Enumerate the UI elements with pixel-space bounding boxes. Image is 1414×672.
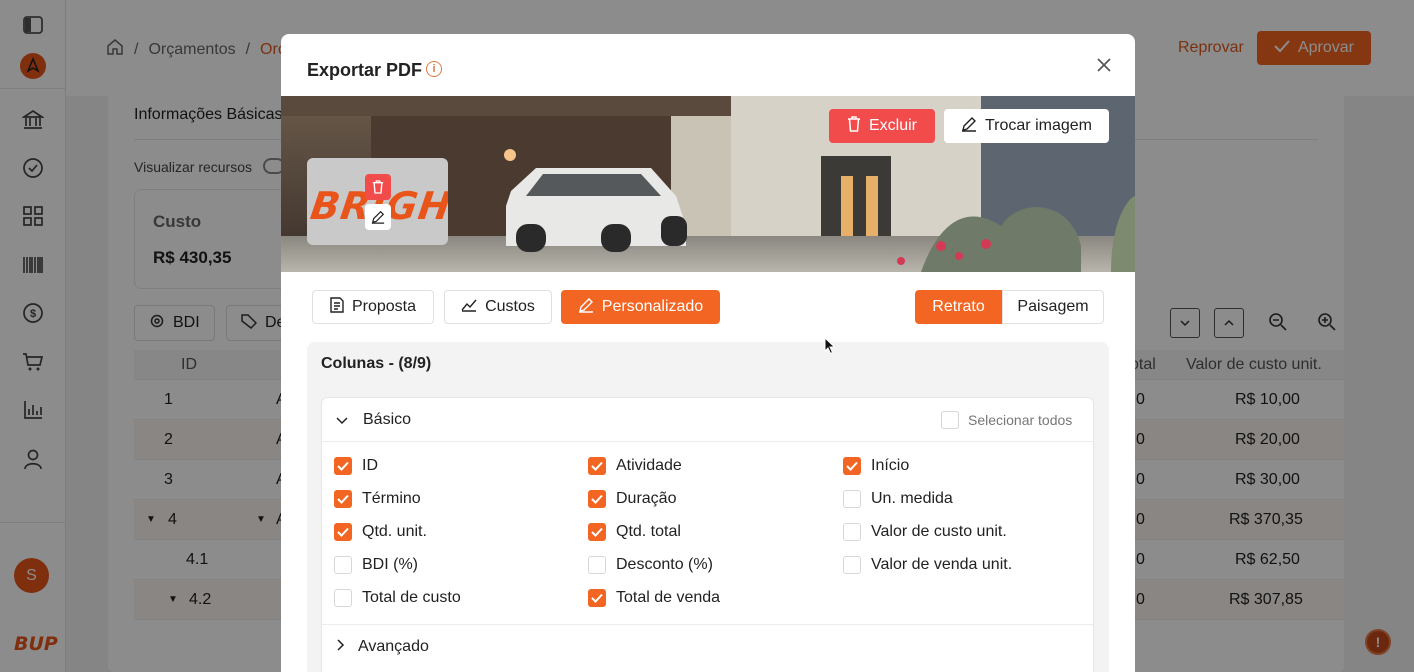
checkbox-checked[interactable] bbox=[334, 490, 352, 508]
basic-panel-header[interactable]: Básico Selecionar todos bbox=[322, 398, 1093, 442]
change-image-button[interactable]: Trocar imagem bbox=[944, 109, 1109, 143]
export-pdf-modal: Exportar PDF i Excluir Trocar imagem Pro… bbox=[281, 34, 1135, 672]
option-label: Qtd. total bbox=[616, 523, 681, 540]
option-label: ID bbox=[362, 457, 378, 474]
close-icon[interactable] bbox=[1095, 56, 1113, 74]
tab-custos-label: Custos bbox=[485, 298, 535, 315]
column-option[interactable]: Total de venda bbox=[588, 589, 720, 607]
checkbox-checked[interactable] bbox=[334, 523, 352, 541]
column-option[interactable]: Desconto (%) bbox=[588, 556, 713, 574]
select-all-checkbox[interactable] bbox=[941, 411, 959, 429]
option-label: Valor de venda unit. bbox=[871, 556, 1013, 573]
trash-icon bbox=[847, 115, 861, 137]
checkbox-unchecked[interactable] bbox=[843, 556, 861, 574]
delete-logo-button[interactable] bbox=[365, 174, 391, 200]
checkbox-unchecked[interactable] bbox=[843, 523, 861, 541]
column-option[interactable]: BDI (%) bbox=[334, 556, 418, 574]
option-label: Duração bbox=[616, 490, 677, 507]
tab-custos[interactable]: Custos bbox=[444, 290, 552, 324]
column-option[interactable]: Duração bbox=[588, 490, 676, 508]
checkbox-unchecked[interactable] bbox=[334, 556, 352, 574]
basic-panel-title: Básico bbox=[363, 411, 412, 428]
column-option[interactable]: Qtd. total bbox=[588, 523, 681, 541]
edit-logo-button[interactable] bbox=[365, 204, 391, 230]
chevron-down-icon bbox=[336, 413, 348, 431]
mouse-cursor-icon bbox=[824, 336, 836, 360]
column-option[interactable]: ID bbox=[334, 457, 378, 475]
company-logo-preview: BRIGHUP bbox=[307, 158, 448, 245]
info-icon[interactable]: i bbox=[426, 61, 442, 77]
modal-title: Exportar PDF bbox=[307, 60, 423, 80]
delete-image-button[interactable]: Excluir bbox=[829, 109, 935, 143]
checkbox-unchecked[interactable] bbox=[588, 556, 606, 574]
orientation-retrato[interactable]: Retrato bbox=[915, 290, 1002, 324]
option-label: Desconto (%) bbox=[616, 556, 713, 573]
columns-title: Colunas - (8/9) bbox=[321, 355, 432, 372]
option-label: Atividade bbox=[616, 457, 682, 474]
columns-section: Colunas - (8/9) Básico Selecionar todos … bbox=[307, 342, 1109, 672]
document-icon bbox=[330, 296, 344, 318]
advanced-panel-header[interactable]: Avançado bbox=[336, 638, 429, 656]
column-option[interactable]: Término bbox=[334, 490, 421, 508]
checkbox-checked[interactable] bbox=[588, 523, 606, 541]
advanced-panel-title: Avançado bbox=[358, 638, 429, 655]
select-all-label: Selecionar todos bbox=[968, 412, 1073, 428]
column-option[interactable]: Atividade bbox=[588, 457, 682, 475]
column-option[interactable]: Qtd. unit. bbox=[334, 523, 427, 541]
basic-columns-panel: Básico Selecionar todos ID Atividade Iní… bbox=[321, 397, 1094, 672]
checkbox-checked[interactable] bbox=[843, 457, 861, 475]
trend-line-icon bbox=[461, 298, 477, 317]
tab-personalizado[interactable]: Personalizado bbox=[561, 290, 720, 324]
pencil-icon bbox=[578, 297, 594, 318]
column-option[interactable]: Un. medida bbox=[843, 490, 953, 508]
tab-proposta-label: Proposta bbox=[351, 298, 417, 315]
divider bbox=[322, 624, 1093, 625]
chevron-right-icon bbox=[336, 638, 346, 656]
column-option[interactable]: Total de custo bbox=[334, 589, 461, 607]
change-image-label: Trocar imagem bbox=[985, 117, 1092, 134]
checkbox-checked[interactable] bbox=[588, 457, 606, 475]
option-label: Total de custo bbox=[362, 589, 461, 606]
option-label: BDI (%) bbox=[362, 556, 418, 573]
app: $ S BUP / Orçamentos / Orça Reprovar Apr… bbox=[0, 0, 1414, 672]
column-option[interactable]: Início bbox=[843, 457, 909, 475]
option-label: Total de venda bbox=[616, 589, 721, 606]
pencil-icon bbox=[961, 116, 977, 137]
checkbox-checked[interactable] bbox=[588, 589, 606, 607]
checkbox-unchecked[interactable] bbox=[334, 589, 352, 607]
option-label: Valor de custo unit. bbox=[871, 523, 1007, 540]
column-option[interactable]: Valor de custo unit. bbox=[843, 523, 1007, 541]
checkbox-checked[interactable] bbox=[334, 457, 352, 475]
tab-proposta[interactable]: Proposta bbox=[312, 290, 434, 324]
orientation-paisagem[interactable]: Paisagem bbox=[1002, 290, 1104, 324]
delete-image-label: Excluir bbox=[868, 117, 917, 134]
checkbox-unchecked[interactable] bbox=[843, 490, 861, 508]
tab-personalizado-label: Personalizado bbox=[601, 298, 704, 315]
option-label: Qtd. unit. bbox=[362, 523, 427, 540]
option-label: Início bbox=[871, 457, 910, 474]
option-label: Un. medida bbox=[871, 490, 953, 507]
cover-image: Excluir Trocar imagem BRIGHUP bbox=[281, 96, 1135, 272]
option-label: Término bbox=[362, 490, 421, 507]
column-option[interactable]: Valor de venda unit. bbox=[843, 556, 1012, 574]
checkbox-checked[interactable] bbox=[588, 490, 606, 508]
select-all[interactable]: Selecionar todos bbox=[941, 411, 1072, 429]
orientation-switch: Retrato Paisagem bbox=[915, 290, 1104, 324]
